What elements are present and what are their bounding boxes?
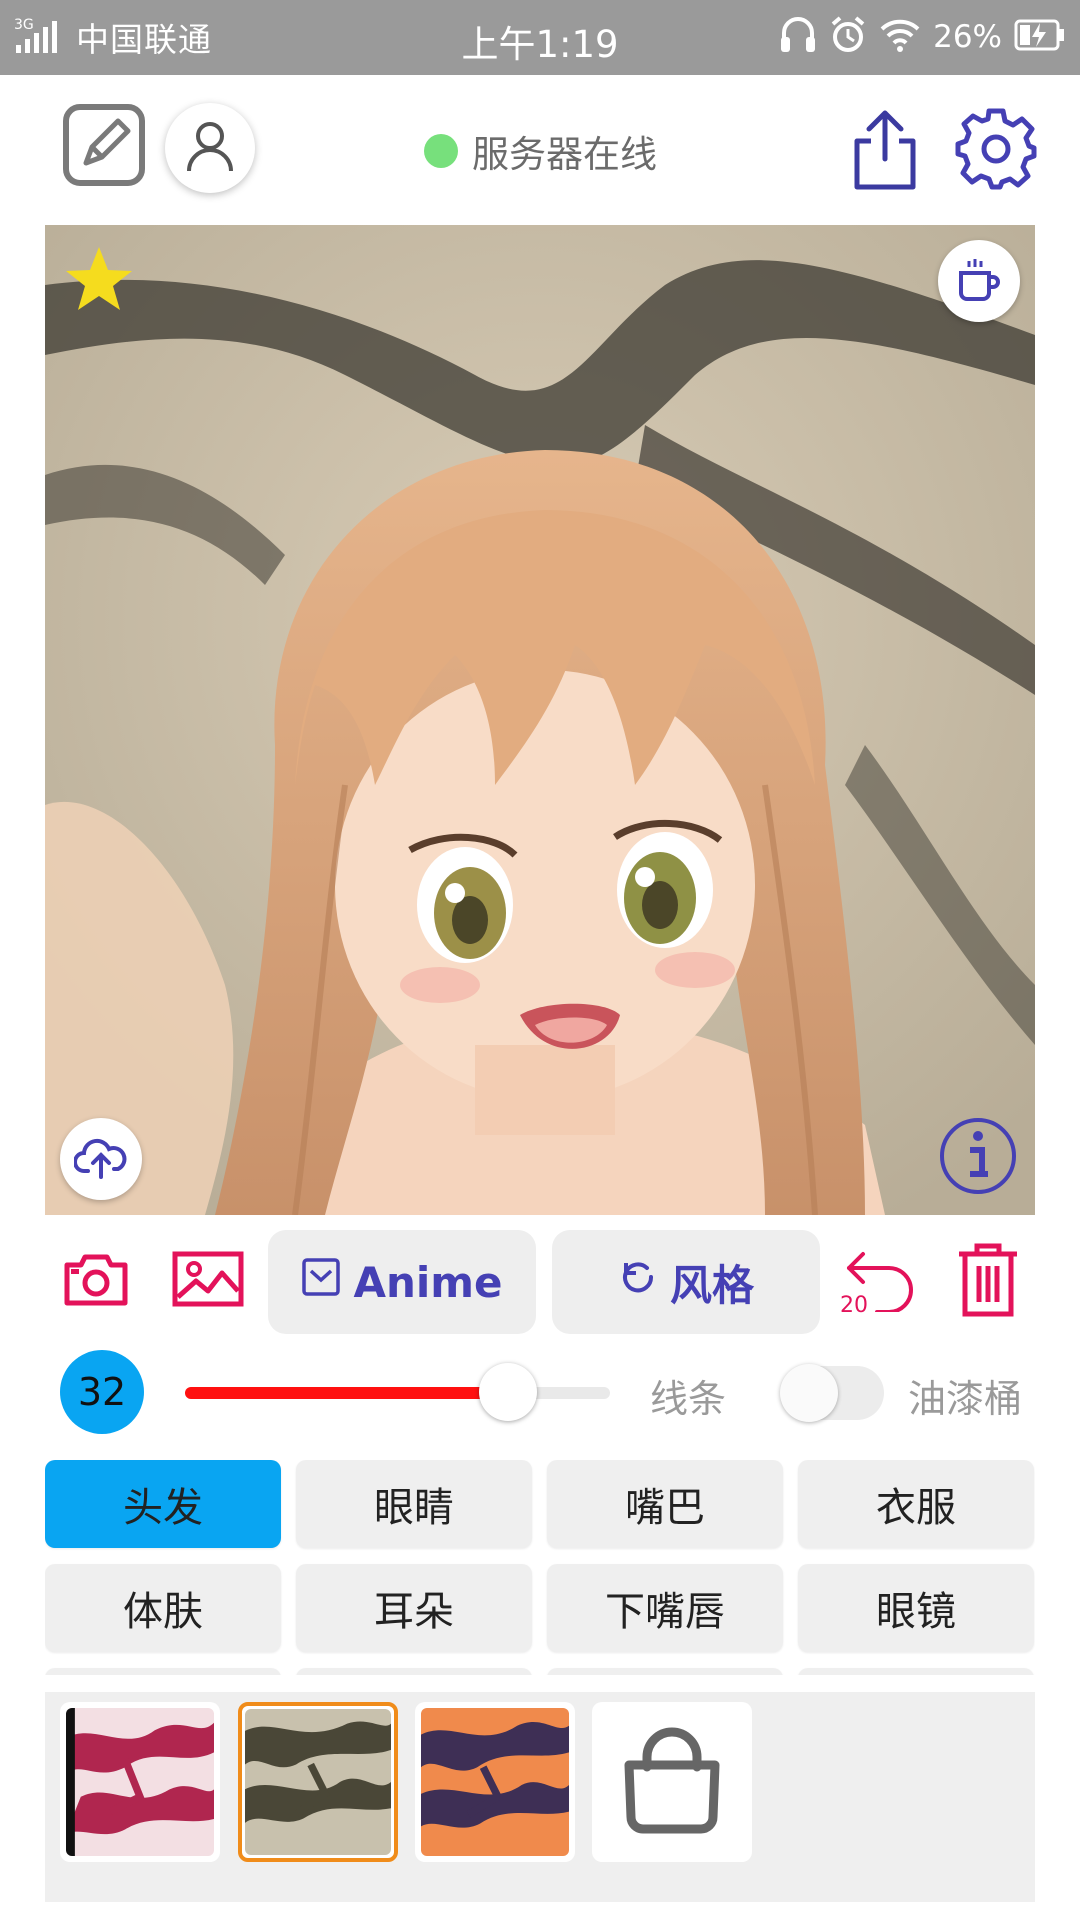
category-grid: 头发 眼睛 嘴巴 衣服 体肤 耳朵 下嘴唇 眼镜 (45, 1460, 1035, 1675)
slider-thumb[interactable] (479, 1363, 537, 1421)
paint-bucket-label: 油漆桶 (908, 1377, 1023, 1421)
checkbox-square-icon (301, 1257, 341, 1307)
alarm-icon (829, 15, 867, 59)
camera-icon (63, 1251, 129, 1311)
category-clothes[interactable]: 衣服 (798, 1460, 1034, 1548)
user-icon (185, 119, 235, 177)
trash-icon (955, 1240, 1021, 1324)
swatch-pink[interactable] (60, 1702, 220, 1862)
edit-canvas-icon (62, 103, 146, 191)
paint-bucket-toggle[interactable] (780, 1364, 884, 1422)
category-row3-item[interactable] (798, 1668, 1034, 1675)
swatch-orange[interactable] (415, 1702, 575, 1862)
status-right: 26% (779, 14, 1066, 60)
brush-controls: 32 线条 油漆桶 (0, 1350, 1080, 1434)
category-hair[interactable]: 头发 (45, 1460, 281, 1548)
cloud-upload-button[interactable] (60, 1118, 142, 1200)
coffee-donate-button[interactable] (938, 240, 1020, 322)
battery-percent: 26% (933, 19, 1002, 55)
action-toolbar: Anime 风格 20 (0, 1228, 1080, 1338)
swatch-pink-image (66, 1708, 214, 1856)
swatch-orange-image (421, 1708, 569, 1856)
server-status-text: 服务器在线 (472, 133, 657, 176)
category-row3-item[interactable] (547, 1668, 783, 1675)
gear-icon (954, 107, 1038, 195)
battery-charging-icon (1014, 18, 1066, 56)
undo-count: 20 (840, 1293, 868, 1318)
info-icon (938, 1116, 1018, 1200)
model-select-button[interactable]: Anime (268, 1230, 536, 1334)
category-lower-lip[interactable]: 下嘴唇 (547, 1564, 783, 1652)
app-header: 服务器在线 (0, 75, 1080, 225)
gallery-button[interactable] (170, 1248, 246, 1314)
swatch-grey-green-image (245, 1709, 391, 1855)
category-glasses[interactable]: 眼镜 (798, 1564, 1034, 1652)
slider-fill (185, 1387, 508, 1399)
headphones-icon (779, 15, 817, 59)
image-icon (172, 1251, 244, 1311)
settings-button[interactable] (950, 105, 1042, 197)
info-button[interactable] (936, 1116, 1020, 1200)
camera-button[interactable] (58, 1248, 134, 1314)
category-row3-item[interactable] (45, 1668, 281, 1675)
status-bar: 3G 中国联通 上午1:19 26% (0, 0, 1080, 75)
favorite-star-icon[interactable] (63, 243, 135, 315)
lines-label: 线条 (650, 1377, 727, 1421)
delete-button[interactable] (948, 1242, 1028, 1322)
draw-mode-button[interactable] (62, 103, 146, 191)
drawing-canvas[interactable] (45, 225, 1035, 1215)
refresh-icon (618, 1257, 658, 1307)
category-eyes[interactable]: 眼睛 (296, 1460, 532, 1548)
cloud-upload-icon (73, 1135, 128, 1183)
brush-size-slider[interactable] (185, 1363, 610, 1421)
style-refresh-button[interactable]: 风格 (552, 1230, 820, 1334)
shopping-bag-icon (617, 1725, 727, 1839)
brush-size-badge: 32 (60, 1350, 144, 1434)
share-icon (849, 107, 921, 195)
server-status-dot (424, 134, 458, 168)
share-button[interactable] (845, 105, 925, 197)
palette-shop-button[interactable] (592, 1702, 752, 1862)
category-row3-item[interactable] (296, 1668, 532, 1675)
style-label: 风格 (669, 1260, 754, 1310)
swatch-grey-green[interactable] (238, 1702, 398, 1862)
category-skin[interactable]: 体肤 (45, 1564, 281, 1652)
model-label: Anime (353, 1257, 503, 1307)
profile-button[interactable] (165, 103, 255, 193)
generated-portrait-image (45, 225, 1035, 1215)
category-mouth[interactable]: 嘴巴 (547, 1460, 783, 1548)
wifi-icon (879, 17, 921, 57)
style-palette (45, 1692, 1035, 1902)
server-status: 服务器在线 (424, 123, 657, 179)
coffee-cup-icon (955, 255, 1003, 307)
toggle-knob (780, 1364, 838, 1422)
category-ears[interactable]: 耳朵 (296, 1564, 532, 1652)
